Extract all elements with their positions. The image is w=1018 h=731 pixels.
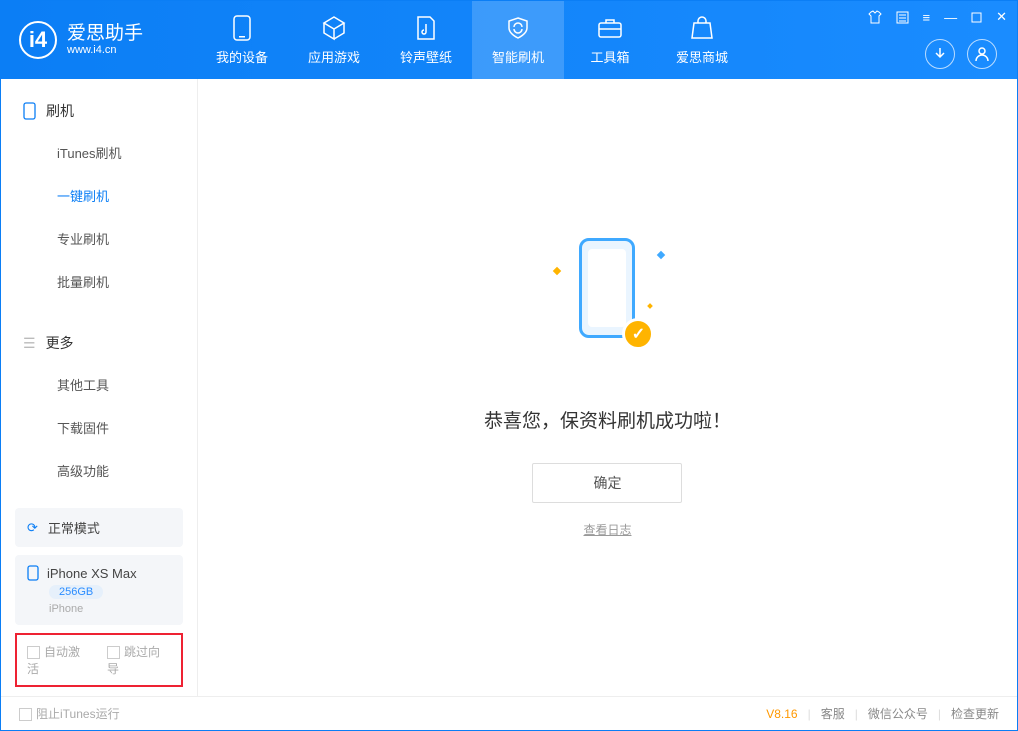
result-panel: ✓ 恭喜您，保资料刷机成功啦！ 确定 查看日志 [484,238,731,538]
user-account-button[interactable] [967,39,997,69]
mode-card[interactable]: ⟳ 正常模式 [15,508,183,547]
refresh-shield-icon [505,15,531,41]
header-tabs: 我的设备 应用游戏 铃声壁纸 智能刷机 工具箱 爱思商城 [196,1,748,79]
tab-label: 爱思商城 [676,47,728,66]
tab-apps-games[interactable]: 应用游戏 [288,1,380,79]
tab-label: 智能刷机 [492,47,544,66]
sidebar-section-flash: 刷机 iTunes刷机 一键刷机 专业刷机 批量刷机 [1,79,197,311]
phone-icon [229,15,255,41]
tab-ringtone-wallpaper[interactable]: 铃声壁纸 [380,1,472,79]
app-title: 爱思助手 [67,24,143,45]
footer-link-service[interactable]: 客服 [821,705,845,722]
sidebar-item-advanced[interactable]: 高级功能 [1,449,197,492]
sidebar-head-flash: 刷机 [1,87,197,131]
tab-label: 我的设备 [216,47,268,66]
header-action-buttons [925,39,997,69]
settings-menu-icon[interactable]: ≡ [923,10,931,25]
sidebar-item-other-tools[interactable]: 其他工具 [1,363,197,406]
mode-label: 正常模式 [48,518,100,537]
sidebar-head-more: ☰ 更多 [1,319,197,363]
menu-list-icon[interactable] [896,11,909,24]
device-type: iPhone [49,603,83,615]
tab-store[interactable]: 爱思商城 [656,1,748,79]
sidebar-section-title: 更多 [46,333,74,353]
main-content: ✓ 恭喜您，保资料刷机成功啦！ 确定 查看日志 [198,79,1017,696]
tab-label: 工具箱 [590,47,629,66]
minimize-icon[interactable]: — [944,10,957,25]
tab-toolbox[interactable]: 工具箱 [564,1,656,79]
app-header: i4 爱思助手 www.i4.cn 我的设备 应用游戏 铃声壁纸 智能刷机 工具… [1,1,1017,79]
version-label: V8.16 [766,707,797,721]
success-title: 恭喜您，保资料刷机成功啦！ [484,406,731,433]
close-icon[interactable]: ✕ [996,9,1007,25]
cube-icon [321,15,347,41]
list-icon: ☰ [23,335,36,352]
device-name: iPhone XS Max [47,566,137,581]
toolbox-icon [597,15,623,41]
shopping-bag-icon [689,15,715,41]
sidebar-section-title: 刷机 [46,101,74,121]
device-card[interactable]: iPhone XS Max 256GB iPhone [15,555,183,625]
tab-label: 应用游戏 [308,47,360,66]
options-highlighted: 自动激活 跳过向导 [15,633,183,687]
tab-label: 铃声壁纸 [400,47,452,66]
app-logo: i4 爱思助手 www.i4.cn [1,21,196,59]
footer: 阻止iTunes运行 V8.16 | 客服 | 微信公众号 | 检查更新 [1,696,1017,730]
tshirt-icon[interactable] [868,10,882,24]
sidebar-item-itunes-flash[interactable]: iTunes刷机 [1,131,197,174]
music-file-icon [413,15,439,41]
app-subtitle: www.i4.cn [67,44,143,56]
device-phone-icon [27,565,39,581]
footer-link-wechat[interactable]: 微信公众号 [868,705,928,722]
tab-my-device[interactable]: 我的设备 [196,1,288,79]
tab-smart-flash[interactable]: 智能刷机 [472,1,564,79]
ok-button[interactable]: 确定 [532,463,682,503]
footer-link-update[interactable]: 检查更新 [951,705,999,722]
check-badge-icon: ✓ [622,318,654,350]
download-button[interactable] [925,39,955,69]
view-log-link[interactable]: 查看日志 [583,521,631,538]
sidebar-item-download-firmware[interactable]: 下载固件 [1,406,197,449]
sidebar-section-more: ☰ 更多 其他工具 下载固件 高级功能 [1,311,197,500]
sidebar: 刷机 iTunes刷机 一键刷机 专业刷机 批量刷机 ☰ 更多 其他工具 下载固… [1,79,198,696]
sidebar-bottom: ⟳ 正常模式 iPhone XS Max 256GB iPhone 自动激活 跳… [1,500,197,699]
maximize-icon[interactable] [971,12,982,23]
checkbox-skip-guide[interactable]: 跳过向导 [107,643,171,677]
sidebar-item-batch-flash[interactable]: 批量刷机 [1,260,197,303]
window-controls: ≡ — ✕ [868,9,1008,25]
checkbox-auto-activate[interactable]: 自动激活 [27,643,91,677]
sidebar-item-pro-flash[interactable]: 专业刷机 [1,217,197,260]
sidebar-item-oneclick-flash[interactable]: 一键刷机 [1,174,197,217]
success-illustration: ✓ [532,238,682,378]
checkbox-block-itunes[interactable]: 阻止iTunes运行 [19,705,120,722]
device-storage: 256GB [49,585,103,599]
logo-icon: i4 [19,21,57,59]
phone-outline-icon [23,102,36,120]
sync-icon: ⟳ [27,520,38,536]
